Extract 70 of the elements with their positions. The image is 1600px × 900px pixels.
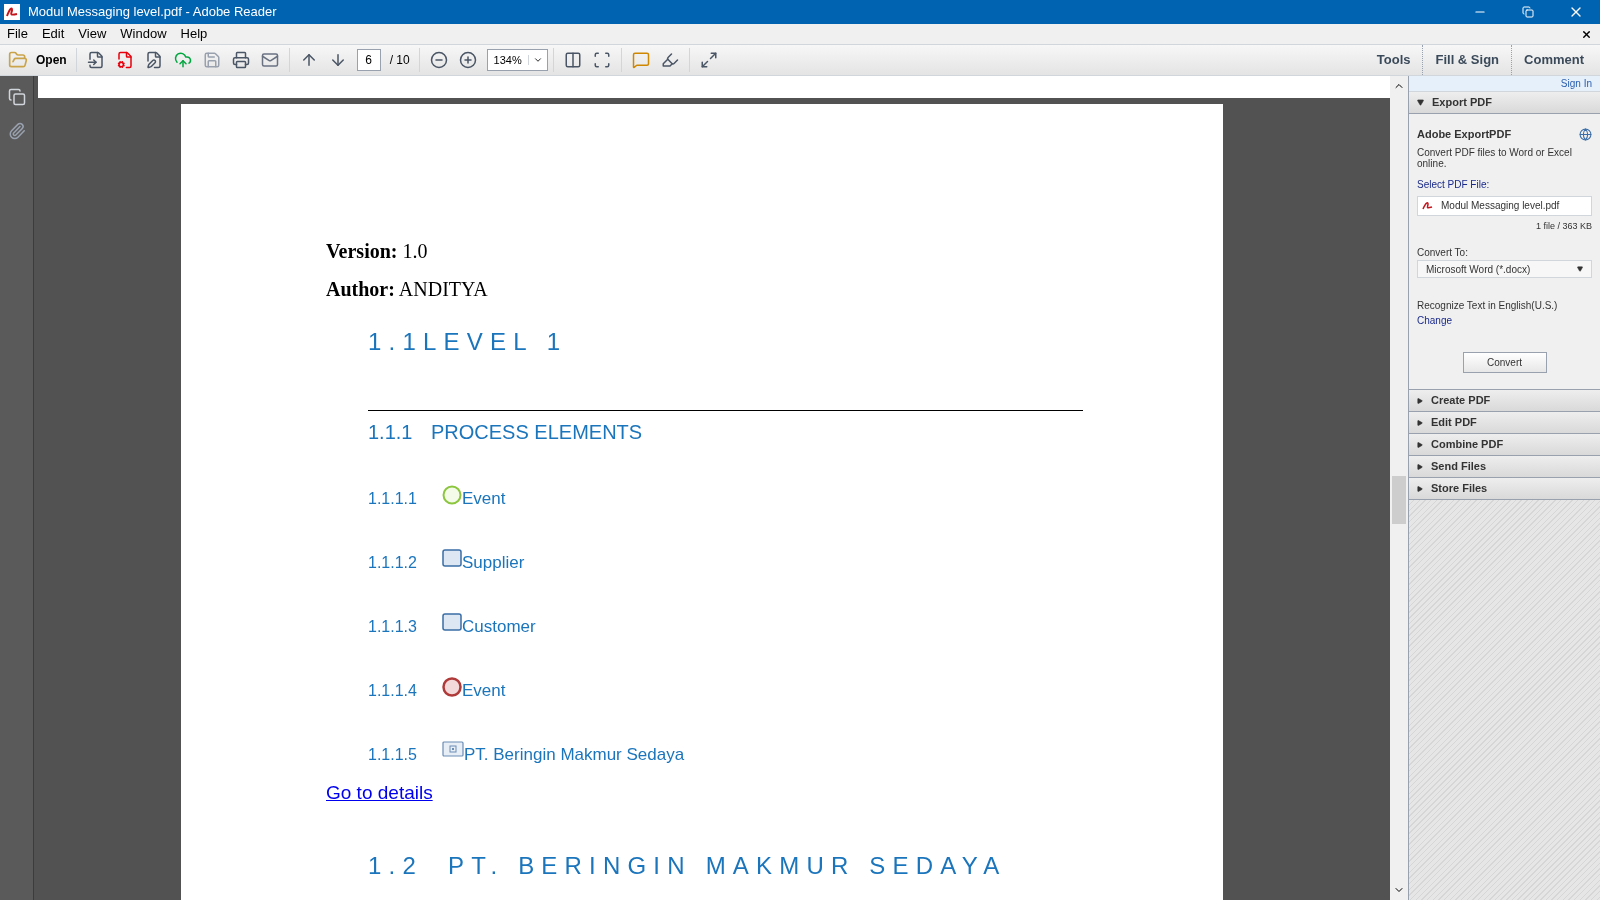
menu-item[interactable]: Help — [173, 24, 215, 44]
menu-item[interactable]: View — [71, 24, 114, 44]
task-icon — [442, 549, 462, 567]
section-heading: 1.1LEVEL 1 — [368, 327, 569, 357]
menu-item[interactable]: File — [0, 24, 35, 44]
collapsed-arrow-icon — [1417, 441, 1423, 448]
format-dropdown[interactable]: Microsoft Word (*.docx) — [1417, 260, 1592, 278]
convert-button[interactable]: Convert — [1462, 352, 1547, 373]
end-event-icon — [442, 677, 462, 697]
subprocess-icon — [442, 741, 464, 757]
scroll-thumb[interactable] — [1392, 476, 1406, 524]
item-number: 1.1.1.3 — [368, 617, 418, 637]
file-field[interactable]: Modul Messaging level.pdf — [1417, 195, 1592, 216]
item-number: 1.1.1.5 — [368, 745, 418, 765]
start-event-icon — [442, 485, 462, 505]
item-number: 1.1.1.1 — [368, 489, 418, 509]
window-title: Modul Messaging level.pdf - Adobe Reader — [28, 3, 277, 22]
page-number-field[interactable]: 6 — [356, 49, 381, 71]
restore-icon — [1522, 6, 1534, 18]
item-label: PT. Beringin Makmur Sedaya — [464, 743, 685, 766]
folder-icon — [8, 50, 28, 70]
pdf-app-icon — [4, 4, 20, 20]
item-number: 1.1.1.4 — [368, 681, 418, 701]
page-total: / 10 — [388, 52, 411, 69]
section-heading: PT. BERINGIN MAKMUR SEDAYA — [448, 850, 1007, 881]
section-number: 1.2 — [368, 850, 424, 881]
convert-to-label: Convert To: — [1417, 246, 1469, 260]
sign-in-link[interactable]: Sign In — [1560, 76, 1592, 91]
version-line: Version: 1.0 — [326, 239, 429, 264]
panel-section-header[interactable]: Send Files — [1409, 456, 1600, 478]
toolbar-tab[interactable]: Fill & Sign — [1423, 45, 1513, 75]
caret-icon — [1577, 266, 1583, 272]
zoom-field[interactable]: 134% — [486, 49, 548, 71]
pdf-file-icon — [1422, 200, 1433, 211]
panel-section-header[interactable]: Combine PDF — [1409, 434, 1600, 456]
collapsed-arrow-icon — [1417, 419, 1423, 426]
service-title: Adobe ExportPDF — [1417, 127, 1512, 142]
pages-icon[interactable] — [7, 88, 26, 106]
panel-section-header[interactable]: Export PDF — [1409, 92, 1600, 114]
service-description: Convert PDF files to Word or Excel online. — [1417, 146, 1573, 169]
select-file-label: Select PDF File: — [1417, 177, 1491, 192]
expanded-arrow-icon — [1417, 99, 1424, 106]
collapsed-arrow-icon — [1417, 397, 1423, 404]
attachment-icon[interactable] — [7, 122, 26, 140]
panel-section-header[interactable]: Create PDF — [1409, 390, 1600, 412]
open-button[interactable]: Open — [4, 46, 71, 74]
task-icon — [442, 613, 462, 631]
item-number: 1.1.1.2 — [368, 553, 418, 573]
toolbar-tab[interactable]: Tools — [1364, 45, 1424, 75]
item-label: Supplier — [462, 551, 525, 574]
author-line: Author: ANDITYA — [326, 277, 489, 302]
item-label: Event — [462, 679, 506, 702]
details-link[interactable]: Go to details — [326, 779, 433, 808]
subsection-number: 1.1.1 — [368, 420, 414, 445]
recognize-text: Recognize Text in English(U.S.) — [1417, 299, 1559, 313]
item-label: Customer — [462, 615, 536, 638]
item-label: Event — [462, 487, 506, 510]
menu-item[interactable]: Edit — [34, 24, 72, 44]
close-document-icon[interactable] — [1581, 28, 1592, 40]
file-info: 1 file / 363 KB — [1535, 219, 1592, 233]
caret-icon — [532, 55, 543, 65]
menu-item[interactable]: Window — [113, 24, 174, 44]
panel-section-header[interactable]: Store Files — [1409, 478, 1600, 500]
collapsed-arrow-icon — [1417, 485, 1423, 492]
toolbar-tab[interactable]: Comment — [1512, 45, 1596, 75]
panel-section-header[interactable]: Edit PDF — [1409, 412, 1600, 434]
subsection-heading: PROCESS ELEMENTS — [431, 420, 643, 445]
change-link[interactable]: Change — [1417, 313, 1453, 328]
collapsed-arrow-icon — [1417, 463, 1423, 470]
scrollbar[interactable] — [1390, 76, 1408, 900]
